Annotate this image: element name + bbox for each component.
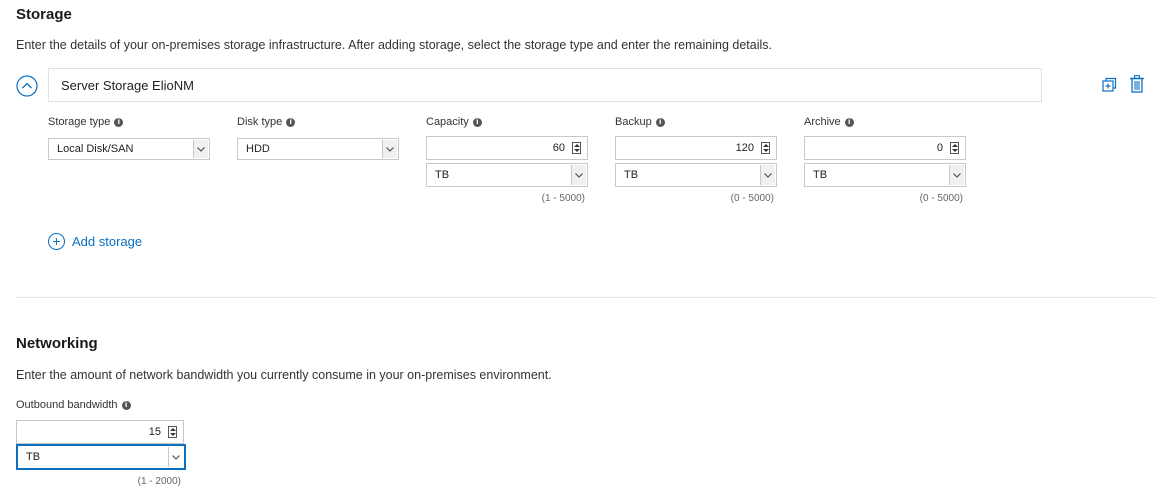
delete-storage-button[interactable] (1129, 75, 1145, 93)
info-icon[interactable]: i (286, 117, 296, 127)
capacity-unit-select[interactable]: TB (426, 163, 588, 187)
chevron-down-icon (193, 140, 208, 158)
outbound-bandwidth-input[interactable]: 15 (16, 420, 184, 444)
info-icon[interactable]: i (472, 117, 482, 127)
archive-value: 0 (936, 142, 943, 154)
storage-name-input[interactable]: Server Storage ElioNM (48, 68, 1042, 102)
outbound-unit-value: TB (26, 451, 41, 463)
backup-range: (0 - 5000) (730, 193, 774, 204)
storage-type-value: Local Disk/SAN (57, 143, 134, 155)
outbound-bandwidth-label: Outbound bandwidth i (16, 399, 131, 411)
add-storage-label: Add storage (72, 234, 143, 249)
chevron-up-circle-icon (16, 75, 38, 97)
backup-input[interactable]: 120 (615, 136, 777, 160)
chevron-down-icon (168, 447, 183, 467)
duplicate-storage-button[interactable] (1101, 77, 1117, 93)
spinner-icon[interactable] (572, 142, 581, 154)
spinner-icon[interactable] (950, 142, 959, 154)
backup-label: Backup i (615, 116, 665, 128)
capacity-input[interactable]: 60 (426, 136, 588, 160)
disk-type-select[interactable]: HDD (237, 138, 399, 160)
capacity-value: 60 (552, 142, 565, 154)
networking-description: Enter the amount of network bandwidth yo… (16, 368, 552, 382)
info-icon[interactable]: i (114, 117, 124, 127)
storage-name-value: Server Storage ElioNM (61, 77, 194, 93)
section-divider (16, 297, 1156, 298)
storage-description: Enter the details of your on-premises st… (16, 38, 772, 52)
capacity-unit-value: TB (435, 169, 450, 181)
outbound-range: (1 - 2000) (137, 476, 181, 487)
spinner-icon[interactable] (168, 426, 177, 438)
collapse-toggle-button[interactable] (16, 75, 38, 97)
capacity-label: Capacity i (426, 116, 482, 128)
archive-label: Archive i (804, 116, 854, 128)
chevron-down-icon (949, 165, 964, 185)
info-icon[interactable]: i (121, 400, 131, 410)
archive-range: (0 - 5000) (919, 193, 963, 204)
info-icon[interactable]: i (844, 117, 854, 127)
storage-type-label: Storage type i (48, 116, 124, 128)
storage-type-select[interactable]: Local Disk/SAN (48, 138, 210, 160)
disk-type-label: Disk type i (237, 116, 296, 128)
spinner-icon[interactable] (761, 142, 770, 154)
archive-unit-select[interactable]: TB (804, 163, 966, 187)
duplicate-icon (1102, 77, 1117, 92)
outbound-unit-select[interactable]: TB (16, 444, 186, 470)
backup-value: 120 (735, 142, 754, 154)
disk-type-value: HDD (246, 143, 270, 155)
archive-input[interactable]: 0 (804, 136, 966, 160)
chevron-down-icon (382, 140, 397, 158)
capacity-range: (1 - 5000) (541, 193, 585, 204)
info-icon[interactable]: i (655, 117, 665, 127)
trash-icon (1130, 75, 1144, 93)
chevron-down-icon (760, 165, 775, 185)
plus-circle-icon: + (48, 233, 65, 250)
archive-unit-value: TB (813, 169, 828, 181)
chevron-down-icon (571, 165, 586, 185)
backup-unit-select[interactable]: TB (615, 163, 777, 187)
backup-unit-value: TB (624, 169, 639, 181)
add-storage-button[interactable]: + Add storage (48, 233, 142, 250)
outbound-bandwidth-value: 15 (148, 426, 161, 438)
networking-title: Networking (16, 335, 98, 352)
storage-title: Storage (16, 6, 72, 23)
